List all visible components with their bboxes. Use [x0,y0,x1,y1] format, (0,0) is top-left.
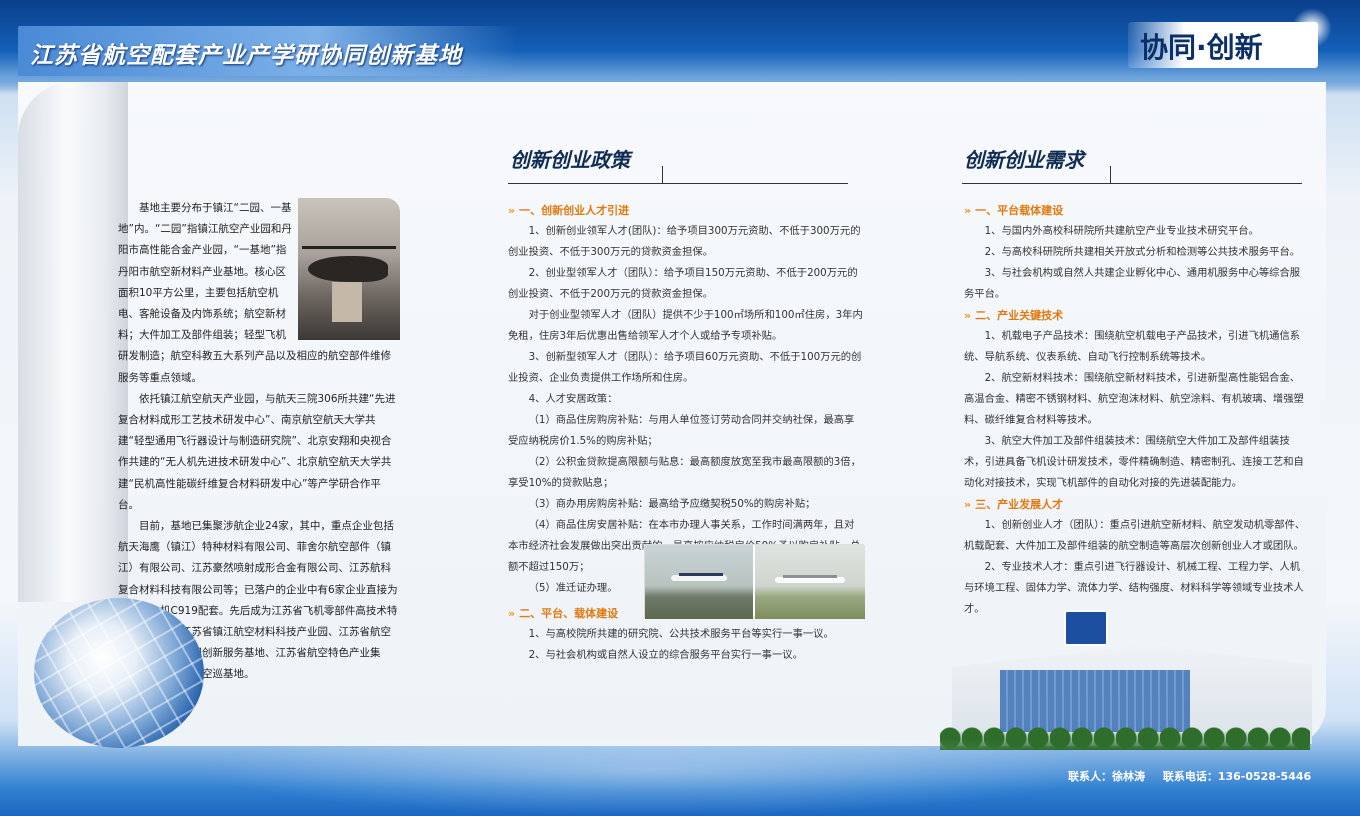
policy-section-title: » 一、创新创业人才引进 [508,204,630,217]
demand-item: 1、与国内外高校科研院所共建航空产业专业技术研究平台。 [984,225,1259,237]
demand-section-title: » 一、平台载体建设 [964,204,1064,217]
demand-item: 3、与社会机构或自然人共建企业孵化中心、通用机服务中心等综合服务平台。 [964,267,1301,300]
page-title: 江苏省航空配套产业产学研协同创新基地 [30,43,462,69]
contact-person: 联系人：徐林涛 [1068,770,1145,783]
policy-item: 对于创业型领军人才（团队）提供不少于100㎡场所和100㎡住房，3年内免租，住房… [508,309,863,342]
sparkle-decoration [1292,8,1332,48]
contact-info: 联系人：徐林涛 联系电话：136-0528-5446 [1068,768,1325,784]
company-logo [1064,610,1108,646]
world-map-decoration [200,740,1100,816]
demand-item: 2、与高校科研院所共建相关开放式分析和检测等公共技术服务平台。 [984,246,1301,258]
policy-item: 1、与高校院所共建的研究院、公共技术服务平台等实行一事一议。 [528,628,834,640]
aircraft-photos [644,544,865,619]
policy-heading-line [508,183,848,184]
contact-phone: 联系电话：136-0528-5446 [1162,770,1312,783]
demand-item: 2、航空新材料技术：围绕航空新材料技术，引进新型高性能铝合金、高温合金、精密不锈… [964,372,1304,426]
policy-item: 3、创新型领军人才（团队）：给予项目60万元资助、不低于100万元的创业投资、企… [508,351,862,384]
policy-heading-tick [662,166,663,184]
demand-section-title: » 三、产业发展人才 [964,498,1064,511]
policy-item: 2、与社会机构或自然人设立的综合服务平台实行一事一议。 [528,649,803,661]
policy-item: （3）商办用房购房补贴：最高给予应缴契税50%的购房补贴； [528,498,816,510]
demand-heading-tick [1110,166,1111,184]
helicopter-photo [298,198,400,340]
aircraft-photo-right [755,545,865,619]
policy-item: 2、创业型领军人才（团队）：给予项目150万元资助、不低于200万元的创业投资、… [508,267,858,300]
policy-item: （5）准迁证办理。 [528,582,618,594]
chevron-icon: » [964,498,972,511]
demand-item: 1、创新创业人才（团队）：重点引进航空新材料、航空发动机零部件、机载配套、大件加… [964,519,1306,552]
demand-heading: 创新创业需求 [964,148,1084,172]
demand-section-title: » 二、产业关键技术 [964,309,1064,322]
slogan: 协同·创新 [1140,31,1263,64]
policy-item: （1）商品住房购房补贴：与用人单位签订劳动合同并交纳社保，最高享受应纳税房价1.… [508,414,855,447]
scroll-roll-decoration [18,82,128,602]
policy-heading: 创新创业政策 [510,148,630,172]
policy-item: （2）公积金贷款提高限额与贴息：最高额度放宽至我市最高限额的3倍，享受10%的贷… [508,456,861,489]
policy-item: 4、人才安居政策： [528,393,618,405]
aircraft-photo-left [645,545,753,619]
chevron-icon: » [508,204,516,217]
building-photo [940,610,1312,750]
globe-grid-decoration [34,598,204,748]
chevron-icon: » [508,607,516,620]
intro-paragraph: 依托镇江航空航天产业园，与航天三院306所共建“先进复合材料成形工艺技术研发中心… [118,392,396,511]
chevron-icon: » [964,309,972,322]
demand-heading-line [962,183,1302,184]
demand-column: » 一、平台载体建设 1、与国内外高校科研院所共建航空产业专业技术研究平台。 2、… [964,200,1306,620]
demand-item: 1、机载电子产品技术：围绕航空机载电子产品技术，引进飞机通信系统、导航系统、仪表… [964,330,1301,363]
demand-item: 3、航空大件加工及部件组装技术：围绕航空大件加工及部件组装技术，引进具备飞机设计… [964,435,1304,489]
policy-item: 1、创新创业领军人才(团队)：给予项目300万元资助、不低于300万元的创业投资… [508,225,861,258]
chevron-icon: » [964,204,972,217]
